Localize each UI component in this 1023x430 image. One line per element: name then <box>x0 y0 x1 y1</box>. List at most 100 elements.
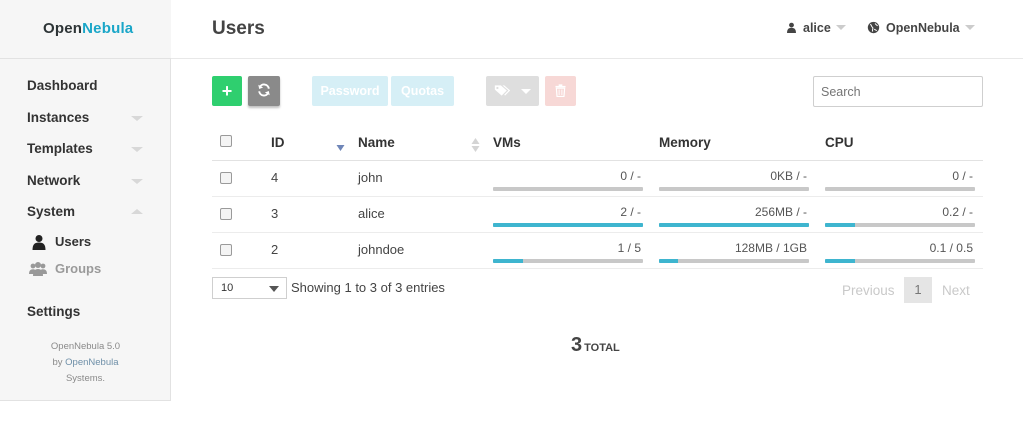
memory-usage-value: 0KB / - <box>770 169 807 183</box>
logo-text: OpenNebula <box>43 20 133 37</box>
sidebar-item-label: Settings <box>27 303 81 319</box>
previous-page-button[interactable]: Previous <box>842 283 895 298</box>
footer-company-line: by OpenNebula <box>0 355 171 371</box>
user-menu[interactable]: alice <box>786 21 846 35</box>
next-page-button[interactable]: Next <box>942 283 970 298</box>
sidebar-item-label: Dashboard <box>27 78 98 93</box>
sort-icon[interactable] <box>471 137 480 153</box>
cpu-usage-value: 0.2 / - <box>942 205 973 219</box>
refresh-button[interactable] <box>248 76 280 106</box>
sidebar: OpenNebula Dashboard Instances Templates… <box>0 0 171 401</box>
vms-usage-bar <box>493 223 643 227</box>
column-header-cpu[interactable]: CPU <box>825 135 854 150</box>
vms-usage: 2 / - <box>493 205 643 227</box>
sidebar-item-dashboard[interactable]: Dashboard <box>0 70 171 102</box>
sidebar-subitem-groups[interactable]: Groups <box>0 255 171 282</box>
users-table: ID Name VMs Memory CPU 4 john 0 / - 0KB … <box>212 125 983 269</box>
page-length-select[interactable]: 10 <box>212 277 287 299</box>
column-header-name[interactable]: Name <box>358 135 395 150</box>
sidebar-item-label: System <box>27 204 76 219</box>
refresh-icon <box>258 83 270 97</box>
vms-usage-bar <box>493 259 643 263</box>
memory-usage-bar <box>659 187 809 191</box>
vms-usage-value: 1 / 5 <box>617 241 641 255</box>
create-user-button[interactable]: + <box>212 76 242 106</box>
column-header-id[interactable]: ID <box>271 135 285 150</box>
cpu-usage: 0.1 / 0.5 <box>825 241 975 263</box>
chevron-down-icon <box>520 89 531 94</box>
cpu-usage-bar <box>825 223 975 227</box>
tags-icon <box>495 85 511 96</box>
sidebar-subitem-users[interactable]: Users <box>0 228 171 255</box>
row-checkbox[interactable] <box>220 208 232 220</box>
chevron-down-icon <box>269 286 279 292</box>
total-label: TOTAL <box>584 342 620 354</box>
table-row[interactable]: 2 johndoe 1 / 5 128MB / 1GB 0.1 / 0.5 <box>212 233 983 269</box>
trash-icon <box>555 84 566 98</box>
password-button[interactable]: Password <box>312 76 388 106</box>
table-row[interactable]: 4 john 0 / - 0KB / - 0 / - <box>212 161 983 197</box>
logo[interactable]: OpenNebula <box>0 0 171 59</box>
footer-company-link[interactable]: OpenNebula <box>65 357 118 368</box>
sidebar-item-system[interactable]: System <box>0 196 171 228</box>
cpu-usage-fill <box>825 259 855 263</box>
logo-open: Open <box>43 20 83 37</box>
delete-button[interactable] <box>545 76 576 106</box>
zone-menu[interactable]: OpenNebula <box>867 21 975 35</box>
quotas-button[interactable]: Quotas <box>391 76 454 106</box>
sidebar-item-label: Instances <box>27 109 90 125</box>
row-checkbox[interactable] <box>220 244 232 256</box>
cpu-usage-bar <box>825 187 975 191</box>
sidebar-item-templates[interactable]: Templates <box>0 133 171 165</box>
select-all-checkbox[interactable] <box>220 135 232 147</box>
row-checkbox[interactable] <box>220 172 232 184</box>
memory-usage-bar <box>659 259 809 263</box>
chevron-down-icon <box>835 25 846 30</box>
chevron-down-icon <box>131 147 143 152</box>
table-info: Showing 1 to 3 of 3 entries <box>291 280 445 295</box>
chevron-down-icon <box>131 115 143 121</box>
cpu-usage-value: 0.1 / 0.5 <box>929 241 973 255</box>
page-title: Users <box>212 18 265 39</box>
sidebar-item-network[interactable]: Network <box>0 165 171 197</box>
table-row[interactable]: 3 alice 2 / - 256MB / - 0.2 / - <box>212 197 983 233</box>
sidebar-item-settings[interactable]: Settings <box>0 296 171 328</box>
sidebar-item-instances[interactable]: Instances <box>0 102 171 134</box>
memory-usage-fill <box>659 259 678 263</box>
search-input[interactable] <box>813 76 983 107</box>
vms-usage-value: 2 / - <box>620 205 641 219</box>
footer-version: OpenNebula 5.0 <box>50 341 121 352</box>
labels-button[interactable] <box>486 76 539 106</box>
footer-by: by <box>52 357 63 368</box>
cell-name: john <box>358 170 383 185</box>
sidebar-footer: OpenNebula 5.0 by OpenNebula Systems. <box>0 339 171 387</box>
page-button-current[interactable]: 1 <box>904 277 932 303</box>
column-header-vms[interactable]: VMs <box>493 135 521 150</box>
user-icon <box>787 22 796 33</box>
user-icon <box>32 234 46 250</box>
cell-name: johndoe <box>358 242 405 257</box>
memory-usage-value: 256MB / - <box>754 205 807 219</box>
vms-usage-value: 0 / - <box>620 169 641 183</box>
plus-icon: + <box>221 81 233 101</box>
cpu-usage-fill <box>825 223 855 227</box>
column-header-memory[interactable]: Memory <box>659 135 711 150</box>
total-count: 3 <box>571 334 583 356</box>
cpu-usage: 0.2 / - <box>825 205 975 227</box>
logo-nebula: Nebula <box>82 20 134 37</box>
sidebar-item-label: Templates <box>27 141 93 156</box>
sort-desc-icon[interactable] <box>336 144 345 152</box>
footer-suffix: Systems. <box>65 373 106 384</box>
memory-usage: 0KB / - <box>659 169 809 191</box>
user-name: alice <box>803 21 831 35</box>
cell-id: 4 <box>271 170 279 185</box>
vms-usage-fill <box>493 259 523 263</box>
vms-usage: 0 / - <box>493 169 643 191</box>
sidebar-subitem-label: Groups <box>55 260 102 276</box>
memory-usage-fill <box>659 223 809 227</box>
chevron-up-icon <box>131 209 143 214</box>
sidebar-item-label: Network <box>27 172 81 188</box>
cell-id: 3 <box>271 206 279 221</box>
table-header: ID Name VMs Memory CPU <box>212 125 983 161</box>
cpu-usage-bar <box>825 259 975 263</box>
